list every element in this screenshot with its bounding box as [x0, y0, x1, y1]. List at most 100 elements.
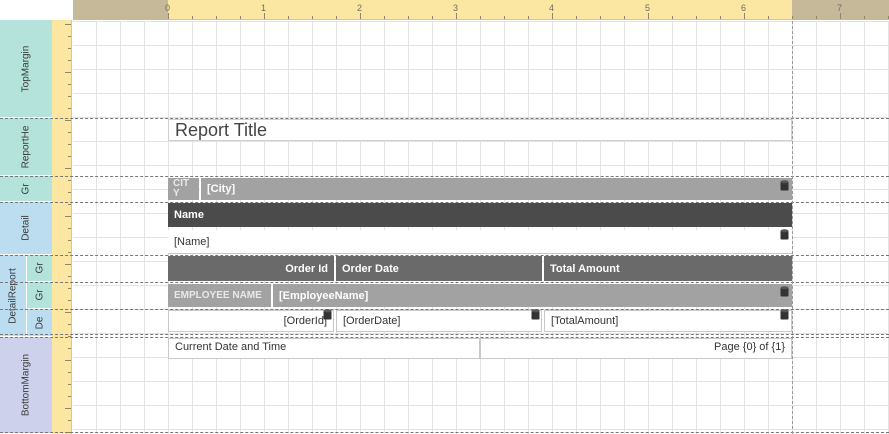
name-header[interactable]: Name — [168, 203, 792, 227]
ruler-label: 2 — [357, 3, 363, 13]
ruler-tick — [68, 96, 71, 97]
order-date-field[interactable]: [OrderDate] — [336, 310, 542, 332]
ruler-tick — [840, 13, 841, 19]
band-separator[interactable] — [0, 282, 889, 283]
ruler-tick — [720, 16, 721, 19]
ruler-tick — [65, 312, 71, 313]
ruler-tick — [216, 16, 217, 19]
ruler-tick — [744, 13, 745, 19]
ruler-tick — [65, 72, 71, 73]
ruler-tick — [68, 108, 71, 109]
band-label: Detail — [20, 215, 32, 241]
ruler-label: 3 — [453, 3, 459, 13]
ruler-label: 4 — [549, 3, 555, 13]
ruler-tick — [68, 396, 71, 397]
band-top-margin[interactable]: TopMargin — [0, 20, 52, 118]
design-surface[interactable] — [73, 21, 889, 434]
col-total-amount[interactable]: Total Amount — [544, 256, 792, 281]
report-title[interactable]: Report Title — [168, 119, 792, 141]
city-field[interactable]: [City] — [200, 178, 792, 200]
order-id-field[interactable]: [OrderId] — [168, 310, 334, 332]
band-dr-group-1[interactable]: Gr — [26, 255, 52, 282]
ruler-tick — [336, 16, 337, 19]
ruler-tick — [528, 16, 529, 19]
database-icon[interactable] — [323, 309, 332, 320]
ruler-tick — [68, 420, 71, 421]
ruler-tick — [408, 16, 409, 19]
current-date-time[interactable]: Current Date and Time — [168, 338, 480, 359]
ruler-label: 1 — [261, 3, 267, 13]
right-margin-line[interactable] — [792, 21, 793, 434]
total-amount-field[interactable]: [TotalAmount] — [544, 310, 792, 332]
band-dr-group-2[interactable]: Gr — [26, 282, 52, 309]
band-label: BottomMargin — [20, 353, 32, 417]
ruler-tick — [68, 132, 71, 133]
ruler-tick — [624, 16, 625, 19]
ruler-tick — [312, 16, 313, 19]
ruler-tick — [65, 24, 71, 25]
ruler-tick — [576, 16, 577, 19]
ruler-tick — [68, 60, 71, 61]
database-icon[interactable] — [531, 309, 540, 320]
band-detail[interactable]: Detail — [0, 202, 52, 255]
ruler-tick — [65, 120, 71, 121]
ruler-tick — [600, 16, 601, 19]
band-group-header[interactable]: Gr — [0, 176, 52, 202]
ruler-tick — [68, 192, 71, 193]
band-label: DetailReport — [7, 267, 19, 324]
ruler-tick — [696, 16, 697, 19]
ruler-tick — [68, 384, 71, 385]
vertical-ruler[interactable] — [52, 20, 72, 434]
ruler-label: 0 — [165, 3, 171, 13]
band-separator[interactable] — [0, 432, 889, 433]
database-icon[interactable] — [780, 286, 789, 297]
database-icon[interactable] — [780, 180, 789, 191]
ruler-tick — [240, 16, 241, 19]
ruler-tick — [68, 48, 71, 49]
band-separator[interactable] — [0, 176, 889, 177]
ruler-tick — [648, 13, 649, 19]
left-margin-area — [73, 0, 168, 20]
ruler-label: 6 — [741, 3, 747, 13]
ruler-tick — [456, 13, 457, 19]
database-icon[interactable] — [780, 309, 789, 320]
ruler-tick — [68, 348, 71, 349]
ruler-tick — [68, 36, 71, 37]
band-dr-detail[interactable]: De — [26, 309, 52, 337]
ruler-tick — [68, 300, 71, 301]
page-number[interactable]: Page {0} of {1} — [480, 338, 792, 359]
band-detail-report[interactable]: DetailReport — [0, 255, 26, 337]
col-order-id[interactable]: Order Id — [168, 256, 334, 281]
ruler-tick — [68, 288, 71, 289]
ruler-tick — [264, 13, 265, 19]
ruler-label: 5 — [645, 3, 651, 13]
col-order-date[interactable]: Order Date — [336, 256, 542, 281]
ruler-corner — [52, 0, 73, 20]
band-label: De — [34, 316, 45, 329]
database-icon[interactable] — [780, 229, 789, 240]
ruler-tick — [480, 16, 481, 19]
band-bottom-margin[interactable]: BottomMargin — [0, 337, 52, 434]
ruler-tick — [65, 264, 71, 265]
ruler-tick — [816, 16, 817, 19]
city-caption[interactable]: CIT Y — [168, 178, 199, 200]
ruler-tick — [68, 180, 71, 181]
ruler-tick — [68, 144, 71, 145]
band-separator[interactable] — [0, 334, 889, 335]
band-label: Gr — [20, 182, 32, 195]
ruler-tick — [792, 16, 793, 19]
ruler-tick — [432, 16, 433, 19]
band-report-header[interactable]: ReportHe — [0, 118, 52, 176]
horizontal-ruler[interactable]: 0 1 2 3 4 5 6 7 — [73, 0, 889, 20]
employee-field[interactable]: [EmployeeName] — [272, 284, 792, 307]
ruler-tick — [552, 13, 553, 19]
employee-caption[interactable]: EMPLOYEE NAME — [168, 284, 271, 307]
name-field[interactable]: [Name] — [168, 230, 792, 254]
ruler-tick — [192, 16, 193, 19]
band-label: ReportHe — [20, 125, 32, 168]
ruler-tick — [65, 408, 71, 409]
ruler-tick — [68, 156, 71, 157]
ruler-tick — [65, 168, 71, 169]
band-label: TopMargin — [20, 45, 32, 92]
ruler-tick — [672, 16, 673, 19]
